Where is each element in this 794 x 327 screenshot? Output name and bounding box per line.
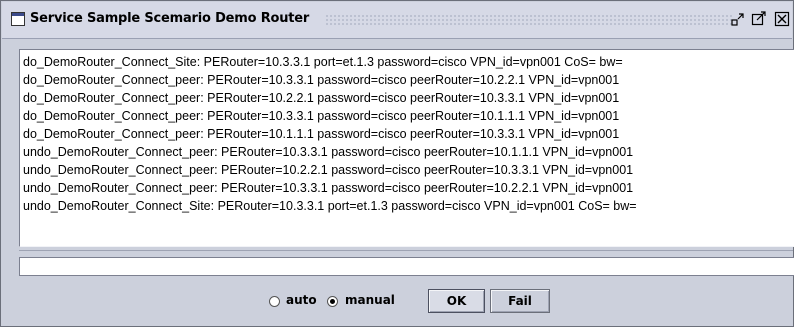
minimize-icon[interactable] — [730, 11, 746, 27]
auto-radio[interactable] — [269, 296, 280, 307]
log-line: undo_DemoRouter_Connect_Site: PERouter=1… — [23, 199, 637, 213]
ok-button[interactable]: OK — [428, 289, 485, 313]
command-input[interactable] — [19, 257, 794, 276]
title-bar[interactable]: Service Sample Scemario Demo Router — [2, 2, 792, 39]
manual-label: manual — [345, 293, 395, 307]
log-line: undo_DemoRouter_Connect_peer: PERouter=1… — [23, 181, 634, 195]
log-line: undo_DemoRouter_Connect_peer: PERouter=1… — [23, 163, 634, 177]
log-line: do_DemoRouter_Connect_peer: PERouter=10.… — [23, 73, 620, 87]
window-icon — [11, 12, 25, 26]
log-lines: do_DemoRouter_Connect_Site: PERouter=10.… — [20, 50, 794, 215]
log-line: undo_DemoRouter_Connect_peer: PERouter=1… — [23, 145, 634, 159]
log-line: do_DemoRouter_Connect_Site: PERouter=10.… — [23, 55, 623, 69]
log-line: do_DemoRouter_Connect_peer: PERouter=10.… — [23, 91, 620, 105]
log-line: do_DemoRouter_Connect_peer: PERouter=10.… — [23, 127, 620, 141]
close-icon[interactable] — [774, 11, 790, 27]
app-window: Service Sample Scemario Demo Router do_D… — [0, 0, 794, 327]
fail-button[interactable]: Fail — [490, 289, 550, 313]
title-bar-texture — [325, 14, 732, 26]
window-title: Service Sample Scemario Demo Router — [30, 11, 310, 26]
controls-bar: auto manual OK Fail — [1, 289, 794, 315]
log-output[interactable]: do_DemoRouter_Connect_Site: PERouter=10.… — [19, 49, 794, 247]
manual-radio[interactable] — [327, 296, 338, 307]
log-line: do_DemoRouter_Connect_peer: PERouter=10.… — [23, 109, 620, 123]
maximize-icon[interactable] — [751, 11, 767, 27]
divider — [19, 250, 793, 251]
auto-label: auto — [286, 293, 317, 307]
